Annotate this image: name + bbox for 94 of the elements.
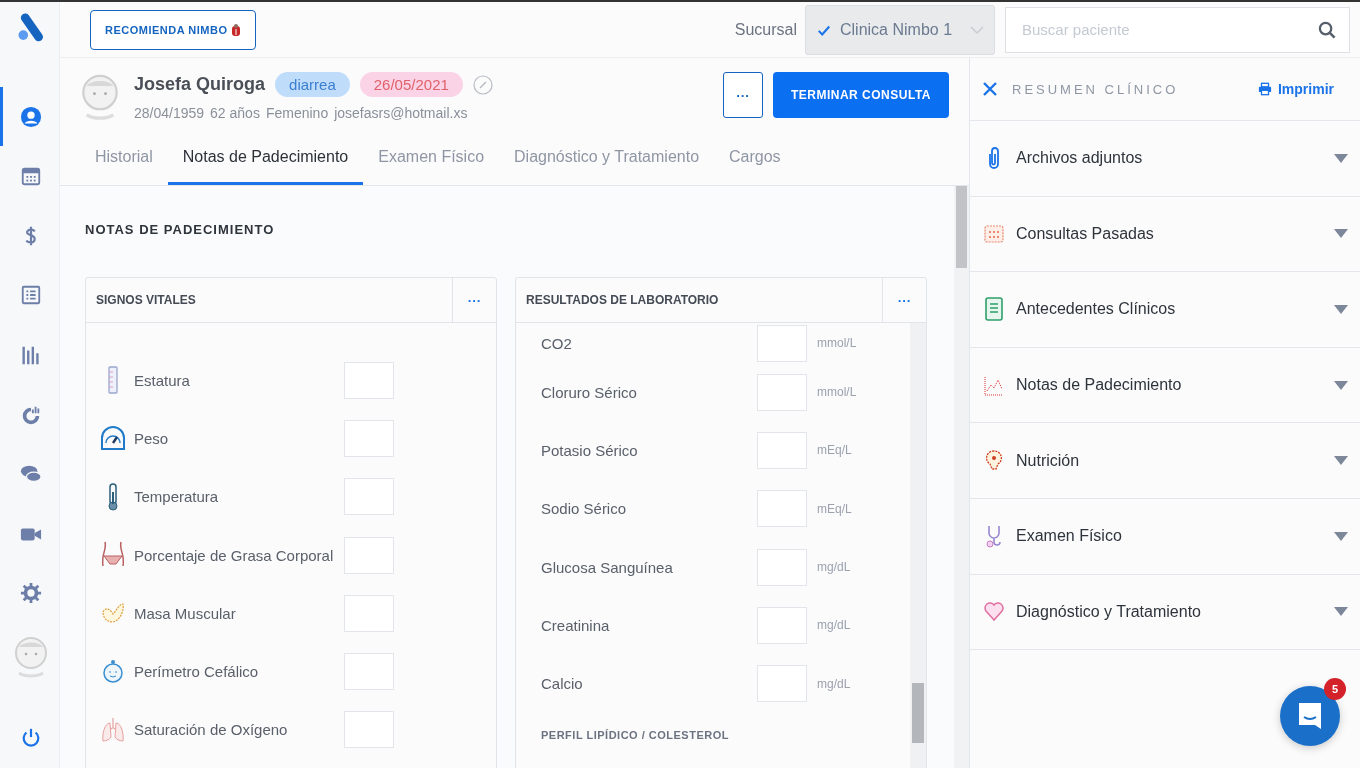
document-icon: [984, 297, 1004, 322]
sex-text: Femenino: [265, 105, 329, 121]
input-field[interactable]: [344, 711, 394, 749]
caret-icon: [1334, 153, 1348, 163]
tab[interactable]: Cargos: [714, 140, 796, 185]
avatar-icon: [80, 72, 120, 122]
input-field[interactable]: [344, 536, 394, 574]
avatar-icon: [13, 634, 49, 679]
print-button[interactable]: Imprimir: [1252, 80, 1340, 98]
caret-icon: [1334, 456, 1348, 466]
caret-icon: [1334, 380, 1348, 390]
vital-label: Estatura: [134, 371, 191, 389]
section-title: NOTAS DE PADECIMIENTO: [85, 222, 276, 237]
card-title: SIGNOS VITALES: [95, 293, 197, 307]
power-icon: [20, 727, 42, 750]
subheading: PERFIL LIPÍDICO / COLESTEROL: [540, 727, 730, 741]
gift-icon: [231, 22, 242, 37]
input-field[interactable]: [344, 594, 394, 632]
summary-item[interactable]: Notas de Padecimiento: [970, 347, 1360, 424]
tab[interactable]: Diagnóstico y Tratamiento: [499, 140, 715, 185]
panel-title: RESUMEN CLÍNICO: [1012, 81, 1180, 97]
calendar-icon: [20, 165, 42, 188]
input-field[interactable]: [757, 665, 807, 703]
vital-label: Peso: [134, 429, 170, 447]
input-field[interactable]: [757, 490, 807, 528]
list-icon: [20, 284, 42, 307]
date-tag: 26/05/2021: [359, 72, 463, 97]
email-text: josefasrs@hotmail.xs: [334, 105, 468, 121]
input-field[interactable]: [757, 373, 807, 411]
unit-label: mmol/L: [817, 336, 857, 350]
lab-label: Cloruro Sérico: [541, 383, 638, 401]
unit-label: mg/dL: [817, 618, 851, 633]
lab-label: Glucosa Sanguínea: [541, 558, 674, 576]
input-field[interactable]: [344, 361, 394, 399]
card-title: RESULTADOS DE LABORATORIO: [525, 293, 720, 307]
unit-label: mg/dL: [817, 560, 851, 575]
user-icon: [20, 105, 42, 128]
more-button[interactable]: ···: [882, 278, 926, 322]
lab-label: CO2: [541, 334, 573, 352]
age-text: 62 años: [210, 105, 260, 121]
summary-item[interactable]: Antecedentes Clínicos: [970, 272, 1360, 348]
notification-badge: 5: [1324, 678, 1346, 700]
diagnosis-tag: diarrea: [275, 72, 350, 97]
summary-item[interactable]: Consultas Pasadas: [970, 196, 1360, 273]
lab-label: Potasio Sérico: [541, 441, 639, 459]
input-field[interactable]: [344, 478, 394, 516]
close-icon: [982, 81, 998, 97]
scrollbar[interactable]: [910, 323, 926, 768]
more-button[interactable]: ···: [452, 278, 496, 322]
recommend-button[interactable]: RECOMIENDA NIMBO: [90, 9, 257, 50]
search-field[interactable]: Buscar paciente: [1005, 6, 1350, 53]
settings-icon: [20, 582, 42, 605]
printer-icon: [1258, 82, 1272, 96]
caret-icon: [1334, 607, 1348, 617]
stethoscope-icon: [984, 524, 1004, 549]
finish-button[interactable]: TERMINAR CONSULTA: [772, 72, 949, 118]
vital-label: Saturación de Oxígeno: [134, 721, 289, 739]
lab-label: Creatinina: [541, 616, 611, 634]
heart-icon: [984, 599, 1004, 624]
vital-label: Temperatura: [134, 488, 220, 506]
caret-icon: [1334, 305, 1348, 314]
caret-icon: [1334, 531, 1348, 541]
chat-button[interactable]: [1280, 686, 1340, 746]
summary-item[interactable]: Diagnóstico y Tratamiento: [970, 574, 1360, 651]
patient-name: Josefa Quiroga: [134, 74, 266, 95]
branch-select[interactable]: Clinica Nimbo 1: [805, 4, 995, 55]
unit-label: mEq/L: [817, 443, 852, 458]
summary-item[interactable]: Archivos adjuntos: [970, 121, 1360, 197]
vital-label: Perímetro Cefálico: [134, 663, 260, 681]
unit-label: mmol/L: [817, 385, 857, 400]
chat-bubble-icon: [1296, 701, 1324, 731]
tab[interactable]: Notas de Padecimiento: [167, 140, 364, 185]
unit-label: mEq/L: [817, 501, 852, 516]
more-button[interactable]: ···: [722, 72, 763, 118]
input-field[interactable]: [757, 606, 807, 644]
caret-icon: [1334, 229, 1348, 239]
birthdate-text: 28/04/1959: [134, 105, 205, 121]
input-field[interactable]: [757, 324, 807, 362]
lightbulb-icon: [984, 448, 1004, 473]
search-icon: [1318, 20, 1336, 39]
input-field[interactable]: [344, 419, 394, 457]
lab-label: Calcio: [541, 675, 584, 693]
lab-label: Sodio Sérico: [541, 500, 628, 518]
input-field[interactable]: [344, 653, 394, 691]
vital-label: Masa Muscular: [134, 604, 237, 622]
edit-icon: [472, 74, 493, 95]
branch-label: Sucursal: [734, 20, 797, 39]
scrollbar[interactable]: [954, 186, 969, 768]
input-field[interactable]: [757, 548, 807, 586]
summary-item[interactable]: Nutrición: [970, 423, 1360, 499]
unit-label: mg/dL: [817, 676, 851, 691]
input-field[interactable]: [757, 431, 807, 469]
summary-item[interactable]: Examen Físico: [970, 498, 1360, 575]
vital-label: Porcentaje de Grasa Corporal: [134, 546, 335, 564]
